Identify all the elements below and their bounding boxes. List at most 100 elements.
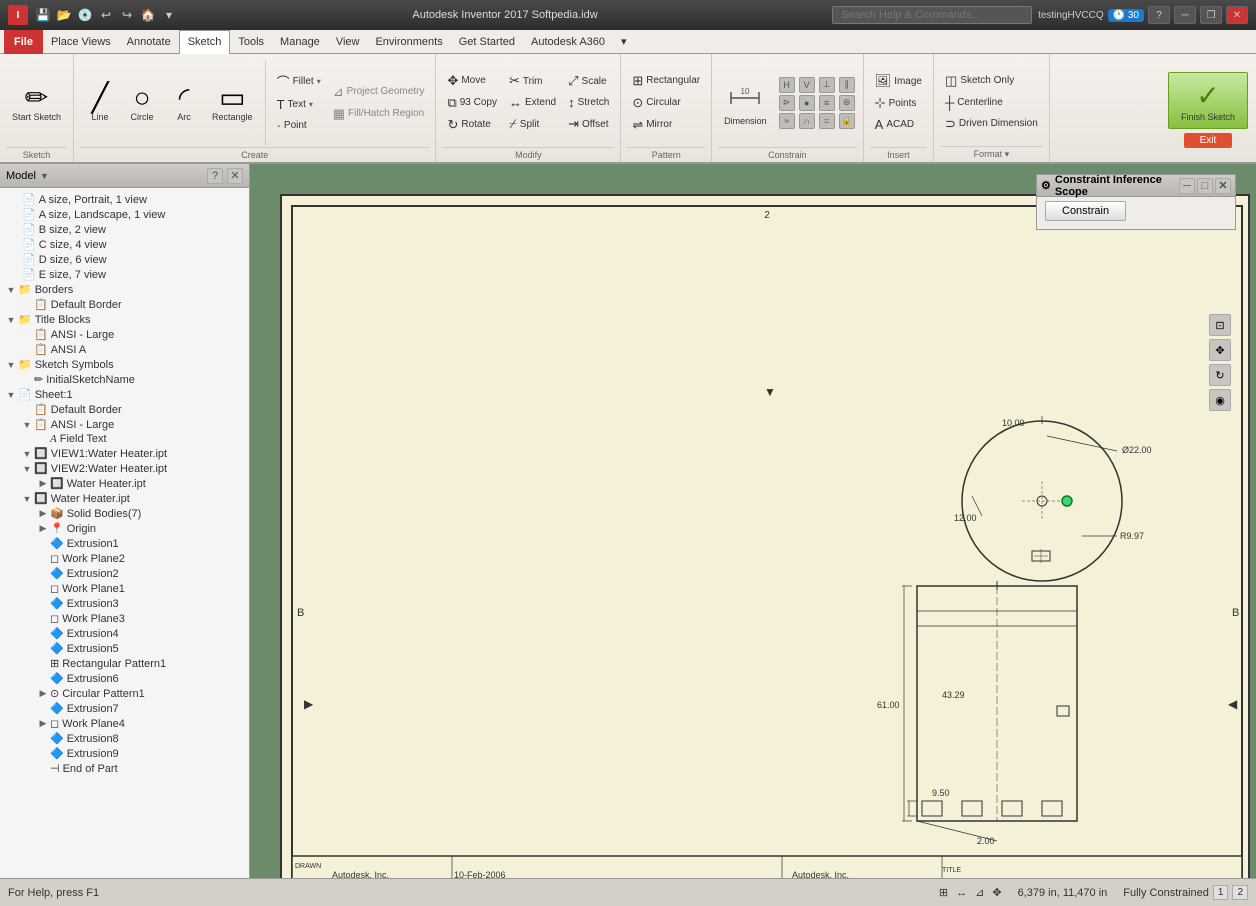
constraint-eq[interactable]: = [819,113,835,129]
tree-item[interactable]: 📄 C size, 4 view [0,237,249,252]
tree-ext8[interactable]: 🔷 Extrusion8 [0,731,249,746]
close-btn[interactable]: ✕ [1226,6,1248,24]
tree-origin[interactable]: ▶ 📍 Origin [0,521,249,536]
tree-circ-pat1[interactable]: ▶ ⊙ Circular Pattern1 [0,686,249,701]
menu-environments[interactable]: Environments [367,30,450,54]
qa-save[interactable]: 💿 [76,6,94,24]
pan-btn[interactable]: ✥ [1209,339,1231,361]
arc-btn[interactable]: ◜ Arc [164,80,204,126]
menu-tools[interactable]: Tools [230,30,272,54]
project-geometry-btn[interactable]: ⊿ Project Geometry [328,82,430,102]
constraint-h[interactable]: H [779,77,795,93]
constraint-par[interactable]: ∥ [839,77,855,93]
tree-sketch-symbols[interactable]: ▼ 📁 Sketch Symbols [0,357,249,372]
circular-btn[interactable]: ⊙ Circular [627,93,705,113]
tree-view2-wh[interactable]: ▶ 🔲 Water Heater.ipt [0,476,249,491]
tree-ext9[interactable]: 🔷 Extrusion9 [0,746,249,761]
rotate-btn[interactable]: ↻ Rotate [442,115,502,135]
constraint-min-btn[interactable]: ─ [1179,178,1195,194]
tree-wp1[interactable]: ◻ Work Plane1 [0,581,249,596]
menu-a360[interactable]: Autodesk A360 [523,30,613,54]
copy-btn[interactable]: ⧉ 93 Copy [442,93,502,113]
tree-view2[interactable]: ▼ 🔲 VIEW2:Water Heater.ipt [0,461,249,476]
constraint-coin[interactable]: ● [799,95,815,111]
zoom-fit-btn[interactable]: ⊡ [1209,314,1231,336]
scale-btn[interactable]: ⤢ Scale [563,71,614,91]
menu-annotate[interactable]: Annotate [119,30,179,54]
tree-solid-bodies[interactable]: ▶ 📦 Solid Bodies(7) [0,506,249,521]
tree-wp3[interactable]: ◻ Work Plane3 [0,611,249,626]
tree-ext3[interactable]: 🔷 Extrusion3 [0,596,249,611]
constraint-sym[interactable]: ⊜ [839,95,855,111]
move-btn[interactable]: ✥ Move [442,71,502,91]
menu-get-started[interactable]: Get Started [451,30,523,54]
tree-item[interactable]: 📄 D size, 6 view [0,252,249,267]
tree-sheet1[interactable]: ▼ 📄 Sheet:1 [0,387,249,402]
points-btn[interactable]: ⊹ Points [870,93,927,113]
tree-item[interactable]: 📄 A size, Portrait, 1 view [0,192,249,207]
tree-title-blocks[interactable]: ▼ 📁 Title Blocks [0,312,249,327]
panel-help-btn[interactable]: ? [207,168,223,184]
constraint-smooth[interactable]: ≈ [779,113,795,129]
exit-btn[interactable]: Exit [1184,133,1233,148]
trim-btn[interactable]: ✂ Trim [504,71,561,91]
tree-item[interactable]: 📄 A size, Landscape, 1 view [0,207,249,222]
menu-file[interactable]: File [4,30,43,54]
tree-ext2[interactable]: 🔷 Extrusion2 [0,566,249,581]
tree-end-of-part[interactable]: ⊣ End of Part [0,761,249,776]
text-btn[interactable]: T Text ▾ [272,95,326,114]
line-btn[interactable]: ╱ Line [80,80,120,126]
acad-btn[interactable]: A ACAD [870,115,927,134]
menu-more[interactable]: ▾ [613,30,635,54]
offset-btn[interactable]: ⇥ Offset [563,114,614,134]
panel-close-btn[interactable]: ✕ [227,168,243,184]
qa-more[interactable]: ▾ [160,6,178,24]
tree-ansi-a[interactable]: 📋 ANSI A [0,342,249,357]
circle-btn[interactable]: ○ Circle [122,80,162,126]
driven-dimension-btn[interactable]: ⊃ Driven Dimension [940,114,1043,134]
tree-item[interactable]: 📄 E size, 7 view [0,267,249,282]
start-sketch-btn[interactable]: ✏ Start Sketch [6,80,67,126]
fillet-btn[interactable]: ⌒ Fillet ▾ [272,70,326,93]
tree-wp4[interactable]: ▶ ◻ Work Plane4 [0,716,249,731]
qa-home[interactable]: 🏠 [139,6,157,24]
constraint-close-btn[interactable]: ✕ [1215,178,1231,194]
tree-item[interactable]: 📄 B size, 2 view [0,222,249,237]
tree-ext1[interactable]: 🔷 Extrusion1 [0,536,249,551]
constraint-max-btn[interactable]: □ [1197,178,1213,194]
constraint-fix[interactable]: ⊳ [779,95,795,111]
tree-ansi-large-tb[interactable]: 📋 ANSI - Large [0,327,249,342]
constraint-col[interactable]: ≡ [819,95,835,111]
tree-rect-pat1[interactable]: ⊞ Rectangular Pattern1 [0,656,249,671]
tree-initial-sketch[interactable]: ✏ InitialSketchName [0,372,249,387]
finish-sketch-btn[interactable]: ✓ Finish Sketch [1168,72,1248,129]
split-btn[interactable]: ⌿ Split [504,114,561,134]
tree-view1[interactable]: ▼ 🔲 VIEW1:Water Heater.ipt [0,446,249,461]
menu-manage[interactable]: Manage [272,30,328,54]
tree-default-border[interactable]: 📋 Default Border [0,297,249,312]
search-input[interactable] [832,6,1032,24]
tree-sheet-border[interactable]: 📋 Default Border [0,402,249,417]
minimize-btn[interactable]: ─ [1174,6,1196,24]
constraint-lock[interactable]: 🔒 [839,113,855,129]
drawing-area[interactable]: ⚙ Constraint Inference Scope ─ □ ✕ Const… [250,164,1256,878]
constrain-button[interactable]: Constrain [1045,201,1126,221]
image-btn[interactable]: 🖼 Image [870,71,927,91]
tree-ext4[interactable]: 🔷 Extrusion4 [0,626,249,641]
mirror-btn[interactable]: ⇌ Mirror [627,115,705,135]
constraint-perp[interactable]: ⊥ [819,77,835,93]
orbit-btn[interactable]: ↻ [1209,364,1231,386]
tree-ext5[interactable]: 🔷 Extrusion5 [0,641,249,656]
constraint-v[interactable]: V [799,77,815,93]
stretch-btn[interactable]: ↕ Stretch [563,93,614,112]
menu-sketch[interactable]: Sketch [179,30,231,54]
tree-borders[interactable]: ▼ 📁 Borders [0,282,249,297]
restore-btn[interactable]: ❐ [1200,6,1222,24]
tree-ext7[interactable]: 🔷 Extrusion7 [0,701,249,716]
qa-open[interactable]: 📂 [55,6,73,24]
rectangular-btn[interactable]: ⊞ Rectangular [627,71,705,91]
tree-sheet-ansi[interactable]: ▼ 📋 ANSI - Large [0,417,249,432]
help-btn[interactable]: ? [1148,6,1170,24]
extend-btn[interactable]: ↔ Extend [504,93,561,112]
constraint-tang[interactable]: ∩ [799,113,815,129]
